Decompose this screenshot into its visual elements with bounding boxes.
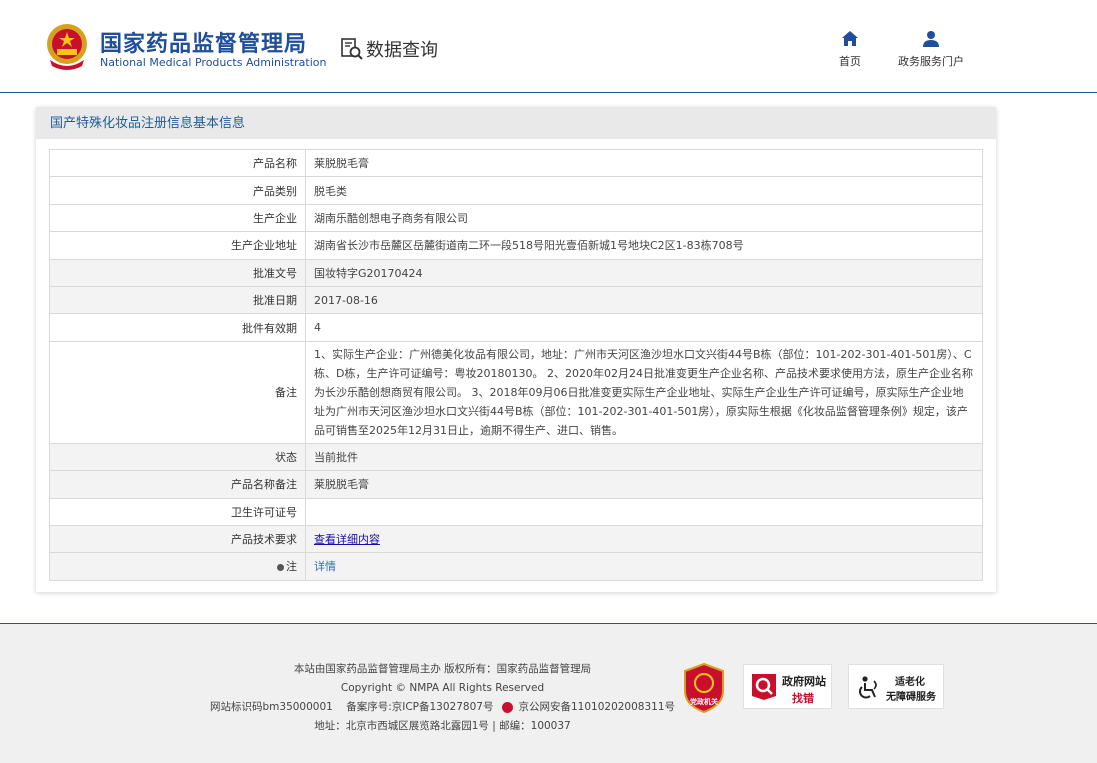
field-value: 国妆特字G20170424 [305, 258, 983, 287]
field-value: 莱脱脱毛膏 [305, 470, 983, 499]
user-icon [923, 31, 939, 47]
table-row: 批件有效期 4 [49, 313, 983, 342]
age-friendly-label: 适老化 [895, 677, 925, 688]
details-link[interactable]: 详情 [314, 560, 336, 573]
site-footer: 本站由国家药品监督管理局主办 版权所有：国家药品监督管理局 Copyright … [0, 623, 1097, 763]
footer-host-line: 本站由国家药品监督管理局主办 版权所有：国家药品监督管理局 [293, 663, 592, 675]
site-header: 国家药品监督管理局 National Medical Products Admi… [0, 0, 1097, 93]
national-emblem-icon [47, 24, 87, 70]
field-value [305, 497, 983, 526]
field-value: 4 [305, 313, 983, 342]
field-value: 详情 [305, 552, 983, 581]
nav-home[interactable]: 首页 [836, 30, 864, 69]
accessibility-badge[interactable]: 适老化 无障碍服务 [848, 664, 944, 709]
gov-site-error-badge[interactable]: 政府网站 找错 [743, 664, 832, 709]
footer-registration-line: 网站标识码bm35000001 备案序号:京ICP备13027807号 京公网安… [210, 698, 675, 717]
view-details-link[interactable]: 查看详细内容 [314, 533, 380, 546]
brand-name-cn: 国家药品监督管理局 [100, 32, 308, 57]
table-row: 卫生许可证号 [49, 497, 983, 526]
field-value: 湖南乐酷创想电子商务有限公司 [305, 203, 983, 233]
footer-address: 地址：北京市西城区展览路北露园1号 | 邮编：100037 [314, 720, 571, 732]
police-record-link[interactable]: 京公网安备11010202008311号 [518, 701, 675, 713]
table-row: 备注 1、实际生产企业：广州德美化妆品有限公司，地址：广州市天河区渔沙坦水口文兴… [49, 340, 983, 444]
field-label: 批件有效期 [49, 313, 306, 342]
table-row: 批准文号 国妆特字G20170424 [49, 258, 983, 287]
home-icon [842, 31, 858, 46]
table-row: 生产企业地址 湖南省长沙市岳麓区岳麓街道南二环一段518号阳光壹佰新城1号地块C… [49, 231, 983, 260]
table-row: 产品类别 脱毛类 [49, 176, 983, 205]
field-label: 生产企业地址 [49, 231, 306, 260]
footer-copyright: Copyright © NMPA All Rights Reserved [340, 682, 545, 694]
barrier-free-label: 无障碍服务 [886, 692, 936, 703]
note-label: 注 [286, 560, 297, 574]
footer-text: 本站由国家药品监督管理局主办 版权所有：国家药品监督管理局 Copyright … [210, 660, 675, 736]
note-dot-icon [277, 563, 284, 571]
field-label: 生产企业 [49, 203, 306, 233]
nav-service-portal[interactable]: 政务服务门户 [894, 30, 968, 69]
field-label: 产品名称备注 [49, 470, 306, 499]
magnifier-flag-icon [752, 674, 776, 700]
site-id: 网站标识码bm35000001 [210, 701, 333, 713]
field-label: 产品类别 [49, 176, 306, 205]
table-row: 批准日期 2017-08-16 [49, 285, 983, 315]
icp-record-link[interactable]: 备案序号:京ICP备13027807号 [346, 701, 493, 713]
police-badge-icon [502, 701, 514, 713]
brand-name-en: National Medical Products Administration [100, 56, 327, 69]
table-row: 注 详情 [49, 552, 983, 581]
data-query-title: 数据查询 [340, 36, 438, 62]
field-label: 批准日期 [49, 285, 306, 315]
data-query-label: 数据查询 [366, 40, 438, 61]
party-government-badge-icon[interactable]: 党政机关 [683, 663, 725, 713]
field-label: 状态 [49, 442, 306, 472]
nav-service-portal-label: 政务服务门户 [898, 55, 964, 68]
field-label: 卫生许可证号 [49, 497, 306, 526]
field-value: 查看详细内容 [305, 524, 983, 554]
field-value: 湖南省长沙市岳麓区岳麓街道南二环一段518号阳光壹佰新城1号地块C2区1-83栋… [305, 231, 983, 260]
find-error-label: 找错 [792, 692, 814, 705]
info-panel: 国产特殊化妆品注册信息基本信息 产品名称 莱脱脱毛膏 产品类别 脱毛类 生产企业… [36, 107, 996, 592]
gov-site-label: 政府网站 [782, 675, 826, 688]
field-label: 产品名称 [49, 148, 306, 178]
field-label: 产品技术要求 [49, 524, 306, 554]
table-row: 生产企业 湖南乐酷创想电子商务有限公司 [49, 203, 983, 233]
table-row: 产品名称备注 莱脱脱毛膏 [49, 470, 983, 499]
remarks-value: 1、实际生产企业：广州德美化妆品有限公司，地址：广州市天河区渔沙坦水口文兴街44… [305, 340, 983, 444]
field-label: 备注 [49, 340, 306, 444]
table-row: 状态 当前批件 [49, 442, 983, 472]
field-label: 批准文号 [49, 258, 306, 287]
table-row: 产品名称 莱脱脱毛膏 [49, 148, 983, 178]
table-row: 产品技术要求 查看详细内容 [49, 524, 983, 554]
field-value: 2017-08-16 [305, 285, 983, 315]
field-value: 脱毛类 [305, 176, 983, 205]
field-value: 莱脱脱毛膏 [305, 148, 983, 178]
info-table: 产品名称 莱脱脱毛膏 产品类别 脱毛类 生产企业 湖南乐酷创想电子商务有限公司 … [49, 148, 983, 581]
field-value: 当前批件 [305, 442, 983, 472]
panel-title: 国产特殊化妆品注册信息基本信息 [36, 107, 996, 139]
search-document-icon [341, 38, 363, 60]
field-label: 注 [49, 552, 306, 581]
accessibility-icon [859, 676, 877, 699]
party-badge-label: 党政机关 [690, 697, 718, 706]
nav-home-label: 首页 [839, 55, 861, 68]
